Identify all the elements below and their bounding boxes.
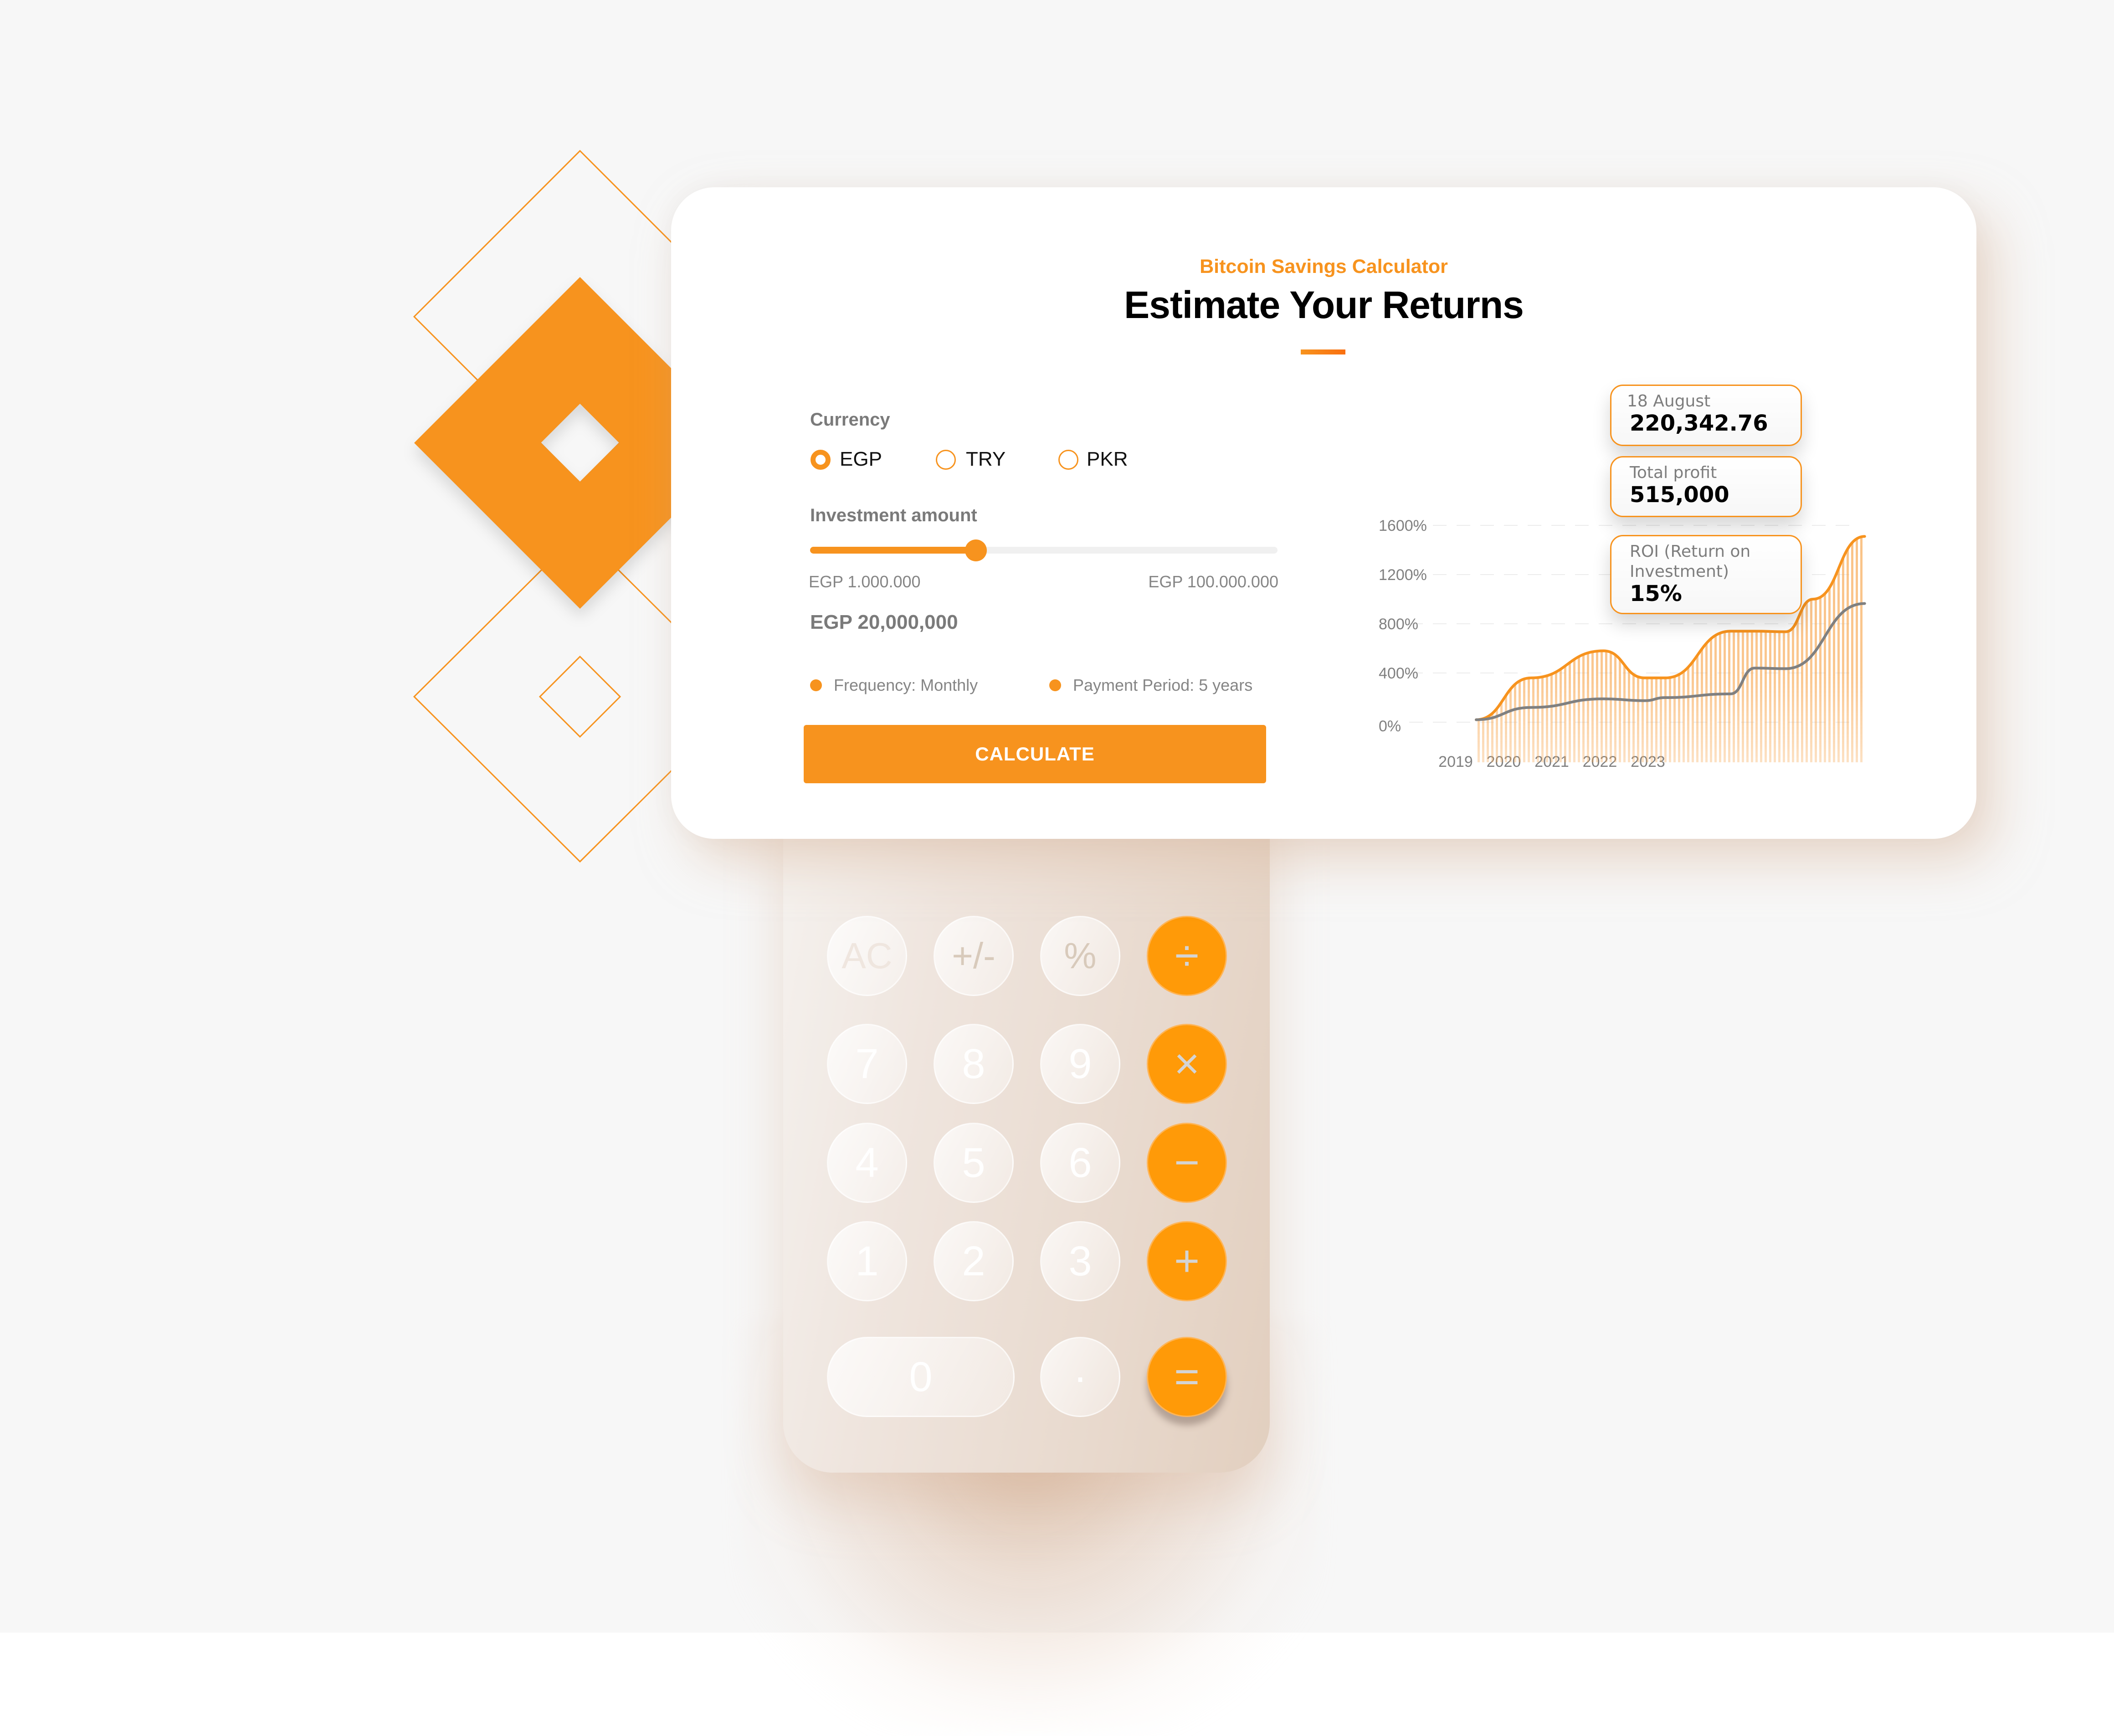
tooltip-roi-value: 15% [1630, 581, 1682, 606]
calc-key-1[interactable]: 1 [827, 1221, 907, 1301]
calc-key-0[interactable]: 0 [827, 1337, 1015, 1417]
calc-key-minus[interactable]: − [1147, 1123, 1227, 1203]
calc-key-label: · [1073, 1353, 1088, 1400]
y-tick-label: 400% [1379, 665, 1418, 682]
plus-icon: + [1174, 1237, 1200, 1285]
tooltip-profit-label: Total profit [1630, 463, 1717, 482]
calc-key-3[interactable]: 3 [1040, 1221, 1120, 1301]
calculator-device: AC +/-% ÷ 7 8 9 × 4 5 6 − 1 2 3 +0 · = [783, 775, 1270, 1473]
calc-key-divide[interactable]: ÷ [1147, 916, 1227, 996]
calc-key-label: AC [841, 935, 893, 976]
calc-key-equals[interactable]: = [1147, 1337, 1227, 1417]
y-tick-label: 800% [1379, 616, 1418, 633]
y-tick-label: 1600% [1379, 517, 1427, 534]
calc-key-9[interactable]: 9 [1040, 1024, 1120, 1104]
calc-key-label: 6 [1068, 1139, 1092, 1186]
y-tick-label: 1200% [1379, 566, 1427, 584]
calc-key-label: +/- [952, 935, 995, 976]
calc-key-percent[interactable]: % [1040, 916, 1120, 996]
calc-key-label: 2 [962, 1238, 985, 1284]
calc-key-sign[interactable]: +/- [934, 916, 1014, 996]
calc-key-label: 5 [962, 1139, 985, 1186]
calc-key-2[interactable]: 2 [934, 1221, 1014, 1301]
calc-key-label: 9 [1068, 1040, 1092, 1087]
divide-icon: ÷ [1175, 931, 1199, 980]
tooltip-date-value: 18 August 220,342.76 [1610, 385, 1802, 446]
calc-key-label: 1 [855, 1238, 879, 1284]
tooltip-total-profit: Total profit 515,000 [1610, 456, 1802, 517]
calc-key-multiply[interactable]: × [1147, 1024, 1227, 1104]
calculator-card: Bitcoin Savings Calculator Estimate Your… [671, 187, 1976, 839]
x-tick-label: 2019 [1438, 753, 1473, 770]
calc-key-8[interactable]: 8 [934, 1024, 1014, 1104]
calc-key-6[interactable]: 6 [1040, 1123, 1120, 1203]
calc-key-label: % [1064, 935, 1097, 976]
calc-key-label: 8 [962, 1040, 985, 1087]
equals-icon: = [1174, 1352, 1200, 1401]
tooltip-profit-value: 515,000 [1630, 482, 1729, 508]
calc-key-plus[interactable]: + [1147, 1221, 1227, 1301]
calc-key-label: 0 [909, 1353, 933, 1400]
calc-key-label: 3 [1068, 1238, 1092, 1284]
calc-key-5[interactable]: 5 [934, 1123, 1014, 1203]
y-tick-label: 0% [1379, 718, 1401, 735]
calc-key-7[interactable]: 7 [827, 1024, 907, 1104]
tooltip-price: 220,342.76 [1630, 411, 1768, 436]
calc-key-ac[interactable]: AC [827, 916, 907, 996]
calc-key-label: 7 [855, 1040, 879, 1087]
calc-key-label: 4 [855, 1139, 879, 1186]
calc-key-4[interactable]: 4 [827, 1123, 907, 1203]
minus-icon: − [1174, 1138, 1200, 1187]
multiply-icon: × [1174, 1039, 1200, 1088]
chart-y-axis: 1600% 1200% 800% 400% 0% [1379, 517, 1427, 735]
tooltip-roi-label: ROI (Return on Investment) [1630, 542, 1751, 581]
calc-key-decimal[interactable]: · [1040, 1337, 1120, 1417]
tooltip-date: 18 August [1627, 392, 1711, 411]
tooltip-roi: ROI (Return on Investment) 15% [1610, 535, 1802, 614]
